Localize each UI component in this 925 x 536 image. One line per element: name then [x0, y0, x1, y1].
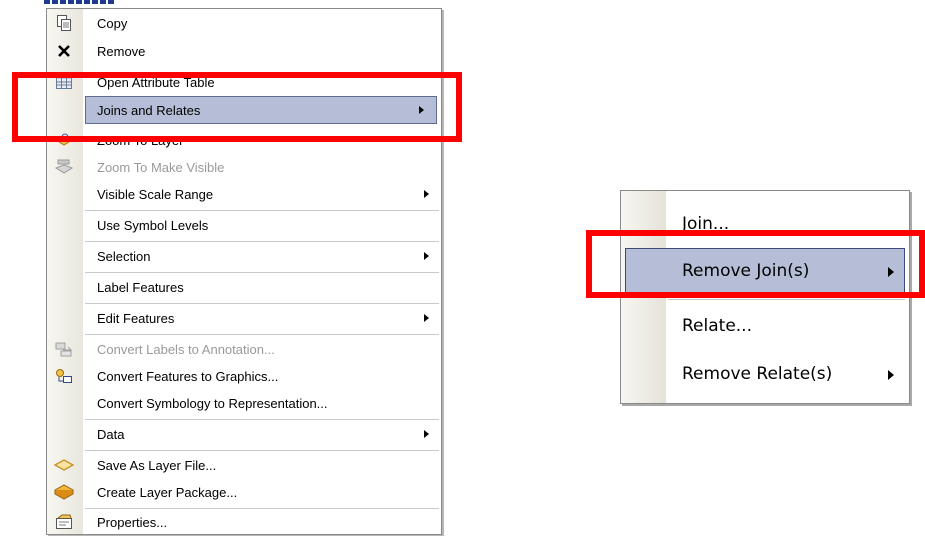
menu-separator	[85, 241, 439, 242]
remove-x-icon	[54, 41, 74, 61]
menu-item-label: Convert Symbology to Representation...	[97, 396, 328, 411]
menu-item-visible-scale-range[interactable]: Visible Scale Range	[47, 181, 441, 208]
background-window-strip	[44, 0, 114, 4]
menu-item-remove[interactable]: Remove	[47, 38, 441, 65]
menu-item-save-as-layer-file[interactable]: Save As Layer File...	[47, 452, 441, 479]
menu-item-label: Visible Scale Range	[97, 187, 214, 202]
menu-item-label: Convert Features to Graphics...	[97, 369, 279, 384]
menu-item-label: Use Symbol Levels	[97, 218, 209, 233]
menu-item-label: Remove Relate(s)	[682, 364, 833, 384]
layer-file-icon	[54, 455, 74, 475]
menu-item-label-features[interactable]: Label Features	[47, 274, 441, 301]
menu-item-label: Create Layer Package...	[97, 485, 238, 500]
menu-separator	[85, 450, 439, 451]
menu-item-label: Remove	[97, 44, 146, 59]
menu-item-label: Selection	[97, 249, 151, 264]
menu-item-convert-features-to-graphics[interactable]: Convert Features to Graphics...	[47, 363, 441, 390]
menu-item-label: Edit Features	[97, 311, 175, 326]
annotation-highlight-joins-and-relates	[12, 72, 462, 142]
menu-separator	[85, 303, 439, 304]
submenu-arrow-icon	[888, 370, 894, 380]
menu-separator	[85, 210, 439, 211]
menu-item-edit-features[interactable]: Edit Features	[47, 305, 441, 332]
menu-item-create-layer-package[interactable]: Create Layer Package...	[47, 479, 441, 506]
submenu-arrow-icon	[424, 252, 429, 260]
menu-item-convert-labels-to-annotation[interactable]: Convert Labels to Annotation...	[47, 336, 441, 363]
menu-item-copy[interactable]: Copy	[47, 10, 441, 37]
submenu-arrow-icon	[424, 314, 429, 322]
menu-item-label: Properties...	[97, 515, 168, 530]
menu-separator	[85, 272, 439, 273]
menu-separator	[668, 299, 905, 300]
menu-item-remove-relates[interactable]: Remove Relate(s)	[621, 351, 909, 399]
menu-item-data[interactable]: Data	[47, 421, 441, 448]
menu-separator	[85, 334, 439, 335]
menu-item-selection[interactable]: Selection	[47, 243, 441, 270]
menu-separator	[85, 419, 439, 420]
convert-labels-icon	[54, 339, 74, 359]
menu-item-label: Relate...	[682, 316, 752, 336]
properties-icon	[54, 512, 74, 532]
menu-item-use-symbol-levels[interactable]: Use Symbol Levels	[47, 212, 441, 239]
submenu-arrow-icon	[424, 190, 429, 198]
copy-icon	[54, 13, 74, 33]
menu-item-convert-symbology-to-representation[interactable]: Convert Symbology to Representation...	[47, 390, 441, 417]
annotation-highlight-remove-joins	[586, 230, 925, 298]
menu-item-zoom-to-make-visible[interactable]: Zoom To Make Visible	[47, 154, 441, 181]
menu-item-label: Copy	[97, 16, 128, 31]
submenu-arrow-icon	[424, 430, 429, 438]
menu-item-label: Convert Labels to Annotation...	[97, 342, 275, 357]
layer-package-icon	[54, 482, 74, 502]
menu-item-label: Zoom To Make Visible	[97, 160, 225, 175]
menu-item-relate[interactable]: Relate...	[621, 303, 909, 351]
zoom-visible-icon	[54, 157, 74, 177]
convert-graphics-icon	[54, 366, 74, 386]
menu-item-label: Data	[97, 427, 125, 442]
menu-item-label: Save As Layer File...	[97, 458, 217, 473]
menu-item-properties[interactable]: Properties...	[47, 509, 441, 536]
menu-item-label: Label Features	[97, 280, 184, 295]
